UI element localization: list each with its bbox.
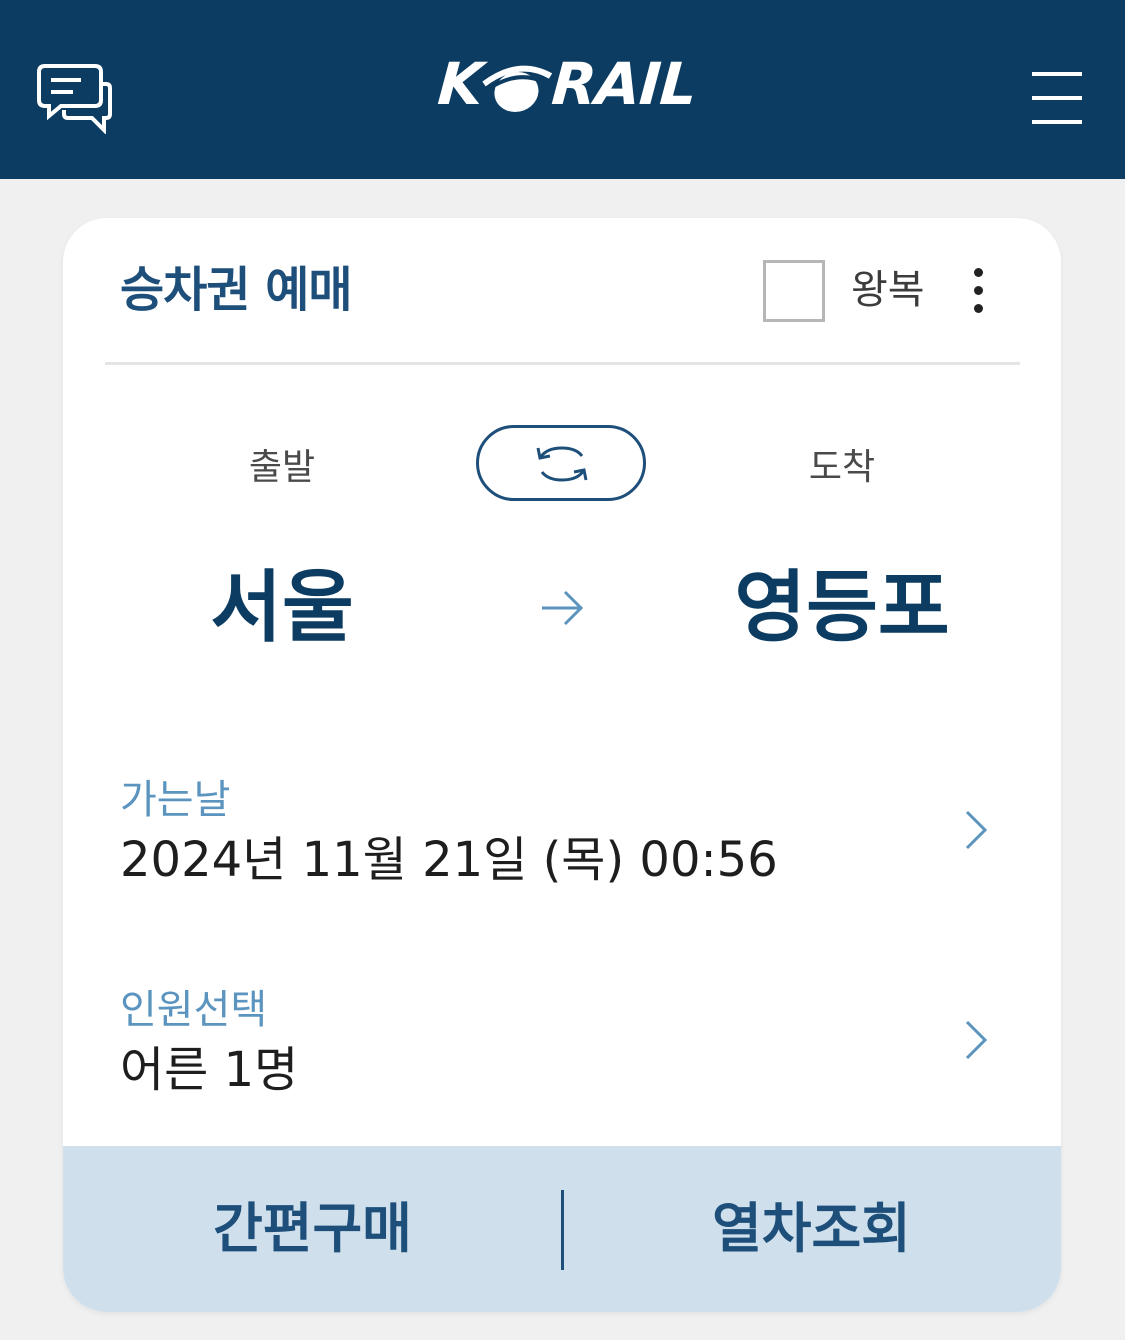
quick-purchase-button[interactable]: 간편구매 — [63, 1146, 562, 1312]
arrow-right-icon — [542, 590, 584, 626]
passenger-row[interactable]: 인원선택 어른 1명 — [63, 980, 1061, 1130]
passenger-value: 어른 1명 — [120, 1042, 299, 1098]
logo-text: K RAIL — [435, 50, 699, 118]
more-vertical-icon-dot — [974, 286, 983, 295]
chevron-right-icon — [965, 810, 988, 850]
swap-stations-button[interactable] — [476, 425, 646, 501]
arrival-label: 도착 — [808, 447, 876, 488]
date-label: 가는날 — [120, 777, 231, 823]
ticket-booking-card: 승차권 예매 왕복 출발 도착 서울 영등포 가는날 2024년 11월 21일… — [63, 218, 1061, 1312]
card-footer: 간편구매 열차조회 — [63, 1146, 1061, 1312]
swap-icon — [536, 446, 588, 482]
logo-emblem-icon — [482, 65, 553, 112]
divider — [105, 362, 1020, 365]
departure-label: 출발 — [248, 447, 316, 488]
round-trip-checkbox[interactable] — [763, 260, 825, 322]
round-trip-label[interactable]: 왕복 — [851, 262, 925, 318]
logo-text-rail: RAIL — [549, 50, 699, 118]
more-vertical-icon — [974, 268, 983, 277]
menu-button[interactable] — [1028, 70, 1086, 126]
train-search-button[interactable]: 열차조회 — [562, 1146, 1061, 1312]
app-header: K RAIL — [0, 0, 1125, 179]
korail-logo: K RAIL — [435, 50, 699, 118]
departure-station[interactable]: 서울 — [210, 558, 354, 658]
chat-button[interactable] — [36, 62, 114, 135]
date-row[interactable]: 가는날 2024년 11월 21일 (목) 00:56 — [63, 770, 1061, 920]
more-options-button[interactable] — [965, 266, 993, 316]
chat-bubbles-icon — [37, 64, 112, 135]
arrival-station[interactable]: 영등포 — [734, 558, 949, 658]
chevron-right-icon — [965, 1020, 988, 1060]
card-title: 승차권 예매 — [120, 262, 353, 318]
passenger-label: 인원선택 — [120, 987, 268, 1033]
more-vertical-icon-dot — [974, 304, 983, 313]
logo-text-k: K — [435, 50, 485, 118]
date-value: 2024년 11월 21일 (목) 00:56 — [120, 832, 778, 888]
hamburger-menu-icon — [1032, 72, 1082, 124]
